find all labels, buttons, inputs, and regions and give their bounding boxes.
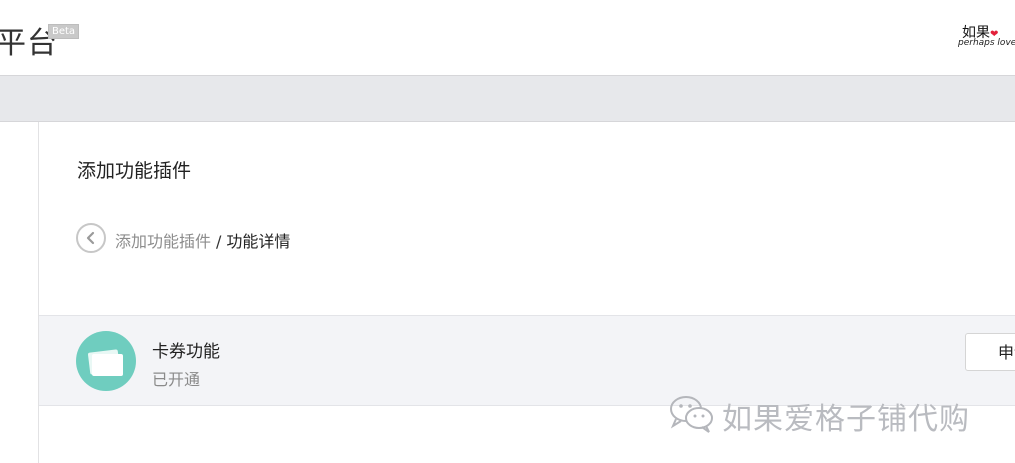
feature-status: 已开通: [152, 370, 201, 389]
top-header: 平台 Beta 如果❤ perhaps love: [0, 0, 1015, 76]
chevron-left-icon: [86, 231, 95, 245]
wechat-icon: [670, 396, 713, 433]
sub-navigation-bar: [0, 76, 1015, 122]
card-icon: [76, 331, 136, 391]
back-button[interactable]: [76, 223, 106, 253]
beta-badge: Beta: [48, 24, 80, 39]
breadcrumb-current: 功能详情: [226, 232, 291, 251]
breadcrumb-separator: /: [216, 232, 222, 251]
watermark: 如果爱格子铺代购: [668, 390, 998, 438]
user-avatar[interactable]: 如果❤ perhaps love: [956, 22, 1015, 52]
watermark-text: 如果爱格子铺代购: [722, 402, 970, 437]
feature-name: 卡券功能: [152, 342, 220, 362]
sidebar: [0, 122, 39, 463]
breadcrumb-parent-link[interactable]: 添加功能插件: [115, 232, 211, 251]
breadcrumb: 添加功能插件 / 功能详情: [115, 228, 290, 252]
page-title: 添加功能插件: [77, 160, 192, 182]
apply-button[interactable]: 申请: [965, 333, 1015, 371]
avatar-script-text: perhaps love: [958, 38, 1015, 48]
